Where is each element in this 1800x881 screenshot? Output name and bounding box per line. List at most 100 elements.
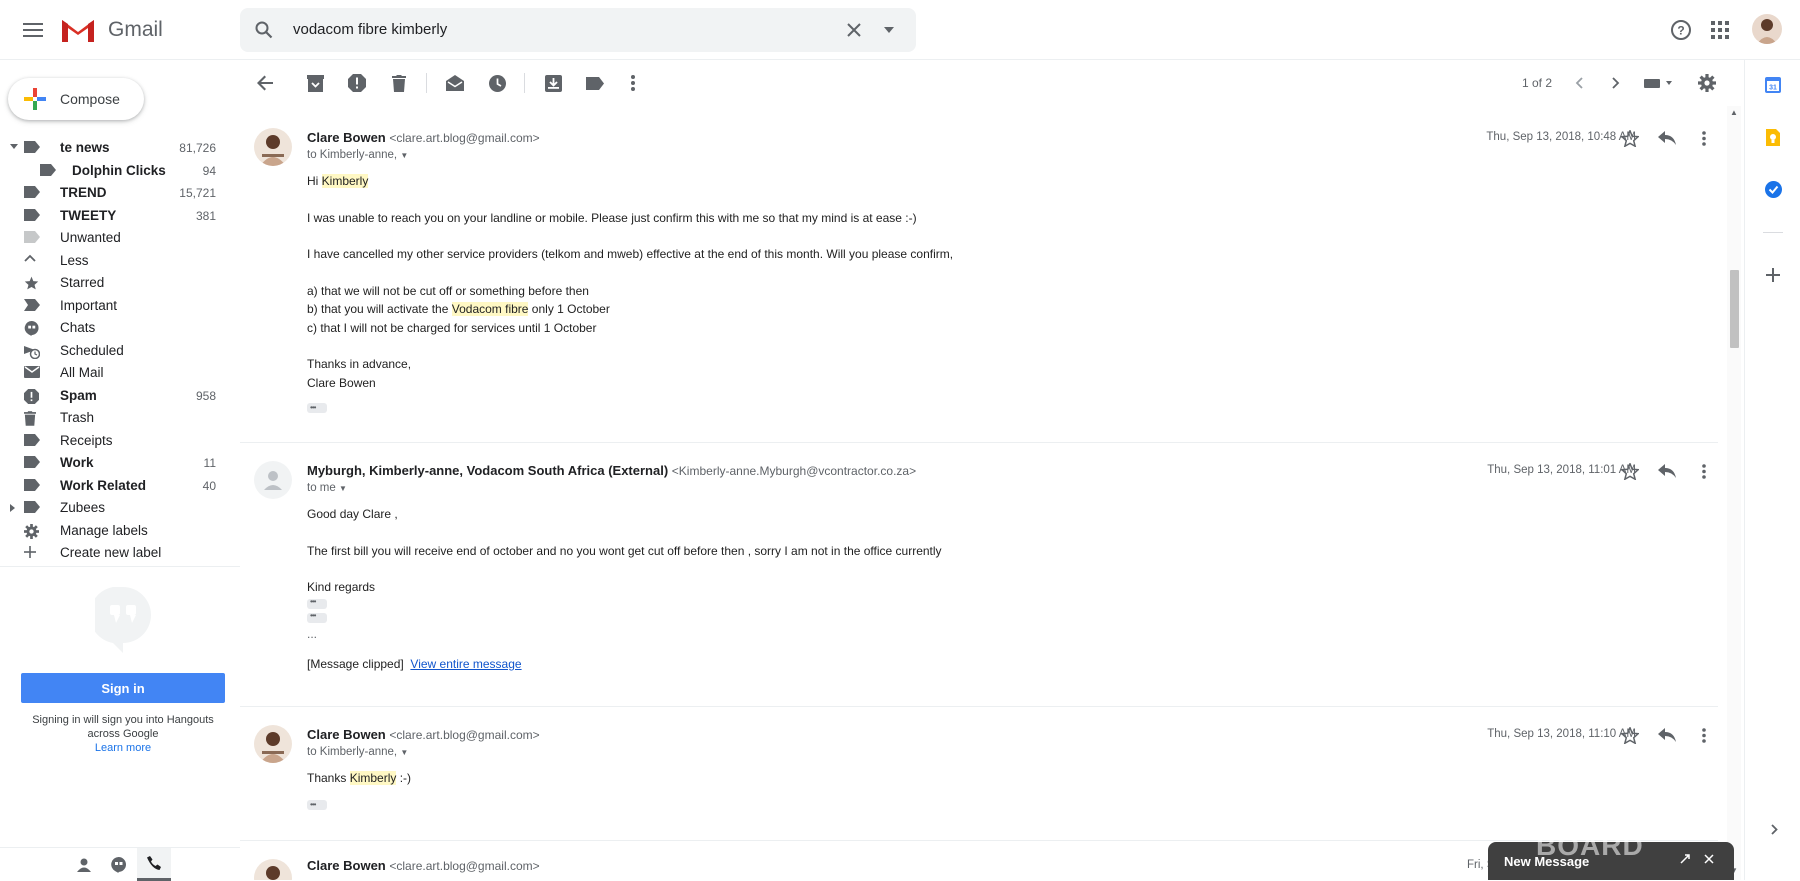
recipient-dropdown-icon[interactable]: ▼ (339, 484, 347, 493)
recipient-dropdown-icon[interactable]: ▼ (400, 748, 408, 757)
sidebar-item-zubees[interactable]: Zubees (0, 497, 240, 520)
newer-chevron-left-icon[interactable] (1570, 74, 1588, 92)
clear-search-icon[interactable] (844, 20, 864, 40)
more-vert-icon[interactable] (622, 72, 644, 94)
phone-icon[interactable] (137, 848, 171, 881)
sidebar-item-important[interactable]: Important (0, 295, 240, 318)
main-menu-icon[interactable] (18, 16, 48, 44)
trash-icon (24, 411, 40, 426)
star-icon[interactable] (1620, 128, 1640, 148)
message-more-icon[interactable] (1694, 725, 1714, 745)
sidebar-item-trash[interactable]: Trash (0, 407, 240, 430)
recipient-details[interactable]: to Kimberly-anne, ▼ (307, 746, 408, 758)
learn-more-link[interactable]: Learn more (0, 741, 246, 755)
delete-icon[interactable] (388, 72, 410, 94)
minimize-icon[interactable] (1680, 854, 1692, 866)
sidebar-item-work-related[interactable]: Work Related 40 (0, 475, 240, 498)
sidebar-item-dolphin-clicks[interactable]: Dolphin Clicks 94 (0, 160, 240, 183)
label-as-icon[interactable] (584, 72, 606, 94)
recipient-details[interactable]: to Kimberly-anne, ▼ (307, 149, 408, 161)
expand-panel-chevron-icon[interactable] (1767, 822, 1781, 836)
show-trimmed-content-button[interactable] (307, 609, 327, 624)
scrollbar[interactable]: ▲ ▼ (1727, 106, 1741, 880)
hangouts-icon[interactable] (109, 856, 127, 874)
message-more-icon[interactable] (1694, 461, 1714, 481)
contacts-icon[interactable] (75, 856, 93, 874)
sidebar-item-receipts[interactable]: Receipts (0, 430, 240, 453)
sidebar-item-starred[interactable]: Starred (0, 272, 240, 295)
sidebar-item-scheduled[interactable]: Scheduled (0, 340, 240, 363)
sidebar-item-manage-labels[interactable]: Manage labels (0, 520, 240, 543)
search-options-icon[interactable] (882, 24, 896, 36)
compose-label: Compose (60, 91, 120, 107)
reply-icon[interactable] (1657, 725, 1677, 745)
recipient-details[interactable]: to me ▼ (307, 482, 347, 494)
tasks-icon[interactable] (1764, 180, 1782, 198)
sidebar-item-work[interactable]: Work 11 (0, 452, 240, 475)
sender-name-text: Clare Bowen (307, 130, 386, 145)
sidebar-item-tweety[interactable]: TWEETY 381 (0, 205, 240, 228)
message-clipped-text: [Message clipped] (307, 657, 404, 671)
spam-icon (24, 388, 40, 404)
close-icon[interactable] (1704, 854, 1716, 866)
recipient-dropdown-icon[interactable]: ▼ (400, 151, 408, 160)
input-tools-keyboard-icon[interactable] (1642, 74, 1676, 92)
list-item-c: c) that I will not be charged for servic… (307, 320, 597, 335)
calendar-icon[interactable]: 31 (1764, 76, 1782, 94)
compose-plus-icon (24, 88, 46, 110)
help-icon[interactable]: ? (1669, 18, 1693, 42)
back-arrow-icon[interactable] (254, 72, 276, 94)
show-trimmed-content-button[interactable] (307, 595, 327, 610)
sidebar-item-label: Dolphin Clicks (72, 162, 166, 178)
compose-button[interactable]: Compose (8, 78, 144, 120)
add-addon-plus-icon[interactable] (1764, 266, 1782, 284)
scroll-up-arrow-icon[interactable]: ▲ (1730, 108, 1738, 117)
show-trimmed-content-button[interactable] (307, 399, 327, 417)
scrollbar-thumb[interactable] (1730, 270, 1739, 348)
star-icon[interactable] (1620, 461, 1640, 481)
sender-name: Clare Bowen <clare.art.blog@gmail.com> (307, 130, 540, 145)
toolbar-divider (426, 73, 427, 93)
show-trimmed-content-button[interactable] (307, 796, 327, 815)
search-icon[interactable] (254, 20, 274, 40)
expand-chevron-right-icon[interactable] (10, 504, 16, 512)
hangouts-sign-in-button[interactable]: Sign in (21, 673, 225, 703)
sidebar-item-te-news[interactable]: te news 81,726 (0, 137, 240, 160)
sidebar-item-spam[interactable]: Spam 958 (0, 385, 240, 408)
sidebar-item-all-mail[interactable]: All Mail (0, 362, 240, 385)
sender-avatar[interactable] (254, 128, 292, 166)
reply-icon[interactable] (1657, 128, 1677, 148)
sidebar-item-trend[interactable]: TREND 15,721 (0, 182, 240, 205)
label-icon (24, 208, 40, 223)
sidebar-item-create-new-label[interactable]: Create new label (0, 542, 240, 565)
view-entire-message-link[interactable]: View entire message (410, 657, 521, 671)
message-2: Myburgh, Kimberly-anne, Vodacom South Af… (240, 443, 1718, 705)
expand-chevron-down-icon[interactable] (10, 144, 18, 150)
mark-unread-icon[interactable] (444, 72, 466, 94)
snooze-icon[interactable] (486, 72, 508, 94)
search-input[interactable]: vodacom fibre kimberly (293, 8, 447, 52)
svg-text:31: 31 (1769, 85, 1777, 92)
list-item-b-text: b) that you will activate the (307, 302, 452, 316)
gmail-logo-icon[interactable] (60, 16, 96, 44)
search-bar[interactable]: vodacom fibre kimberly (240, 8, 916, 52)
reply-icon[interactable] (1657, 461, 1677, 481)
sender-avatar[interactable] (254, 461, 292, 499)
apps-grid-icon[interactable] (1710, 20, 1730, 40)
sidebar-item-chats[interactable]: Chats (0, 317, 240, 340)
sidebar-item-count: 15,721 (179, 186, 216, 200)
sidebar-item-less[interactable]: Less (0, 250, 240, 273)
sidebar-item-unwanted[interactable]: Unwanted (0, 227, 240, 250)
message-more-icon[interactable] (1694, 128, 1714, 148)
report-spam-icon[interactable] (346, 72, 368, 94)
sender-avatar[interactable] (254, 725, 292, 763)
keep-icon[interactable] (1764, 128, 1782, 146)
archive-icon[interactable] (304, 72, 326, 94)
star-icon[interactable] (1620, 725, 1640, 745)
sidebar-item-label: Spam (60, 387, 97, 403)
account-avatar[interactable] (1752, 14, 1782, 44)
sender-avatar[interactable] (254, 859, 292, 880)
move-to-icon[interactable] (542, 72, 564, 94)
settings-gear-icon[interactable] (1696, 72, 1718, 94)
older-chevron-right-icon[interactable] (1607, 74, 1625, 92)
